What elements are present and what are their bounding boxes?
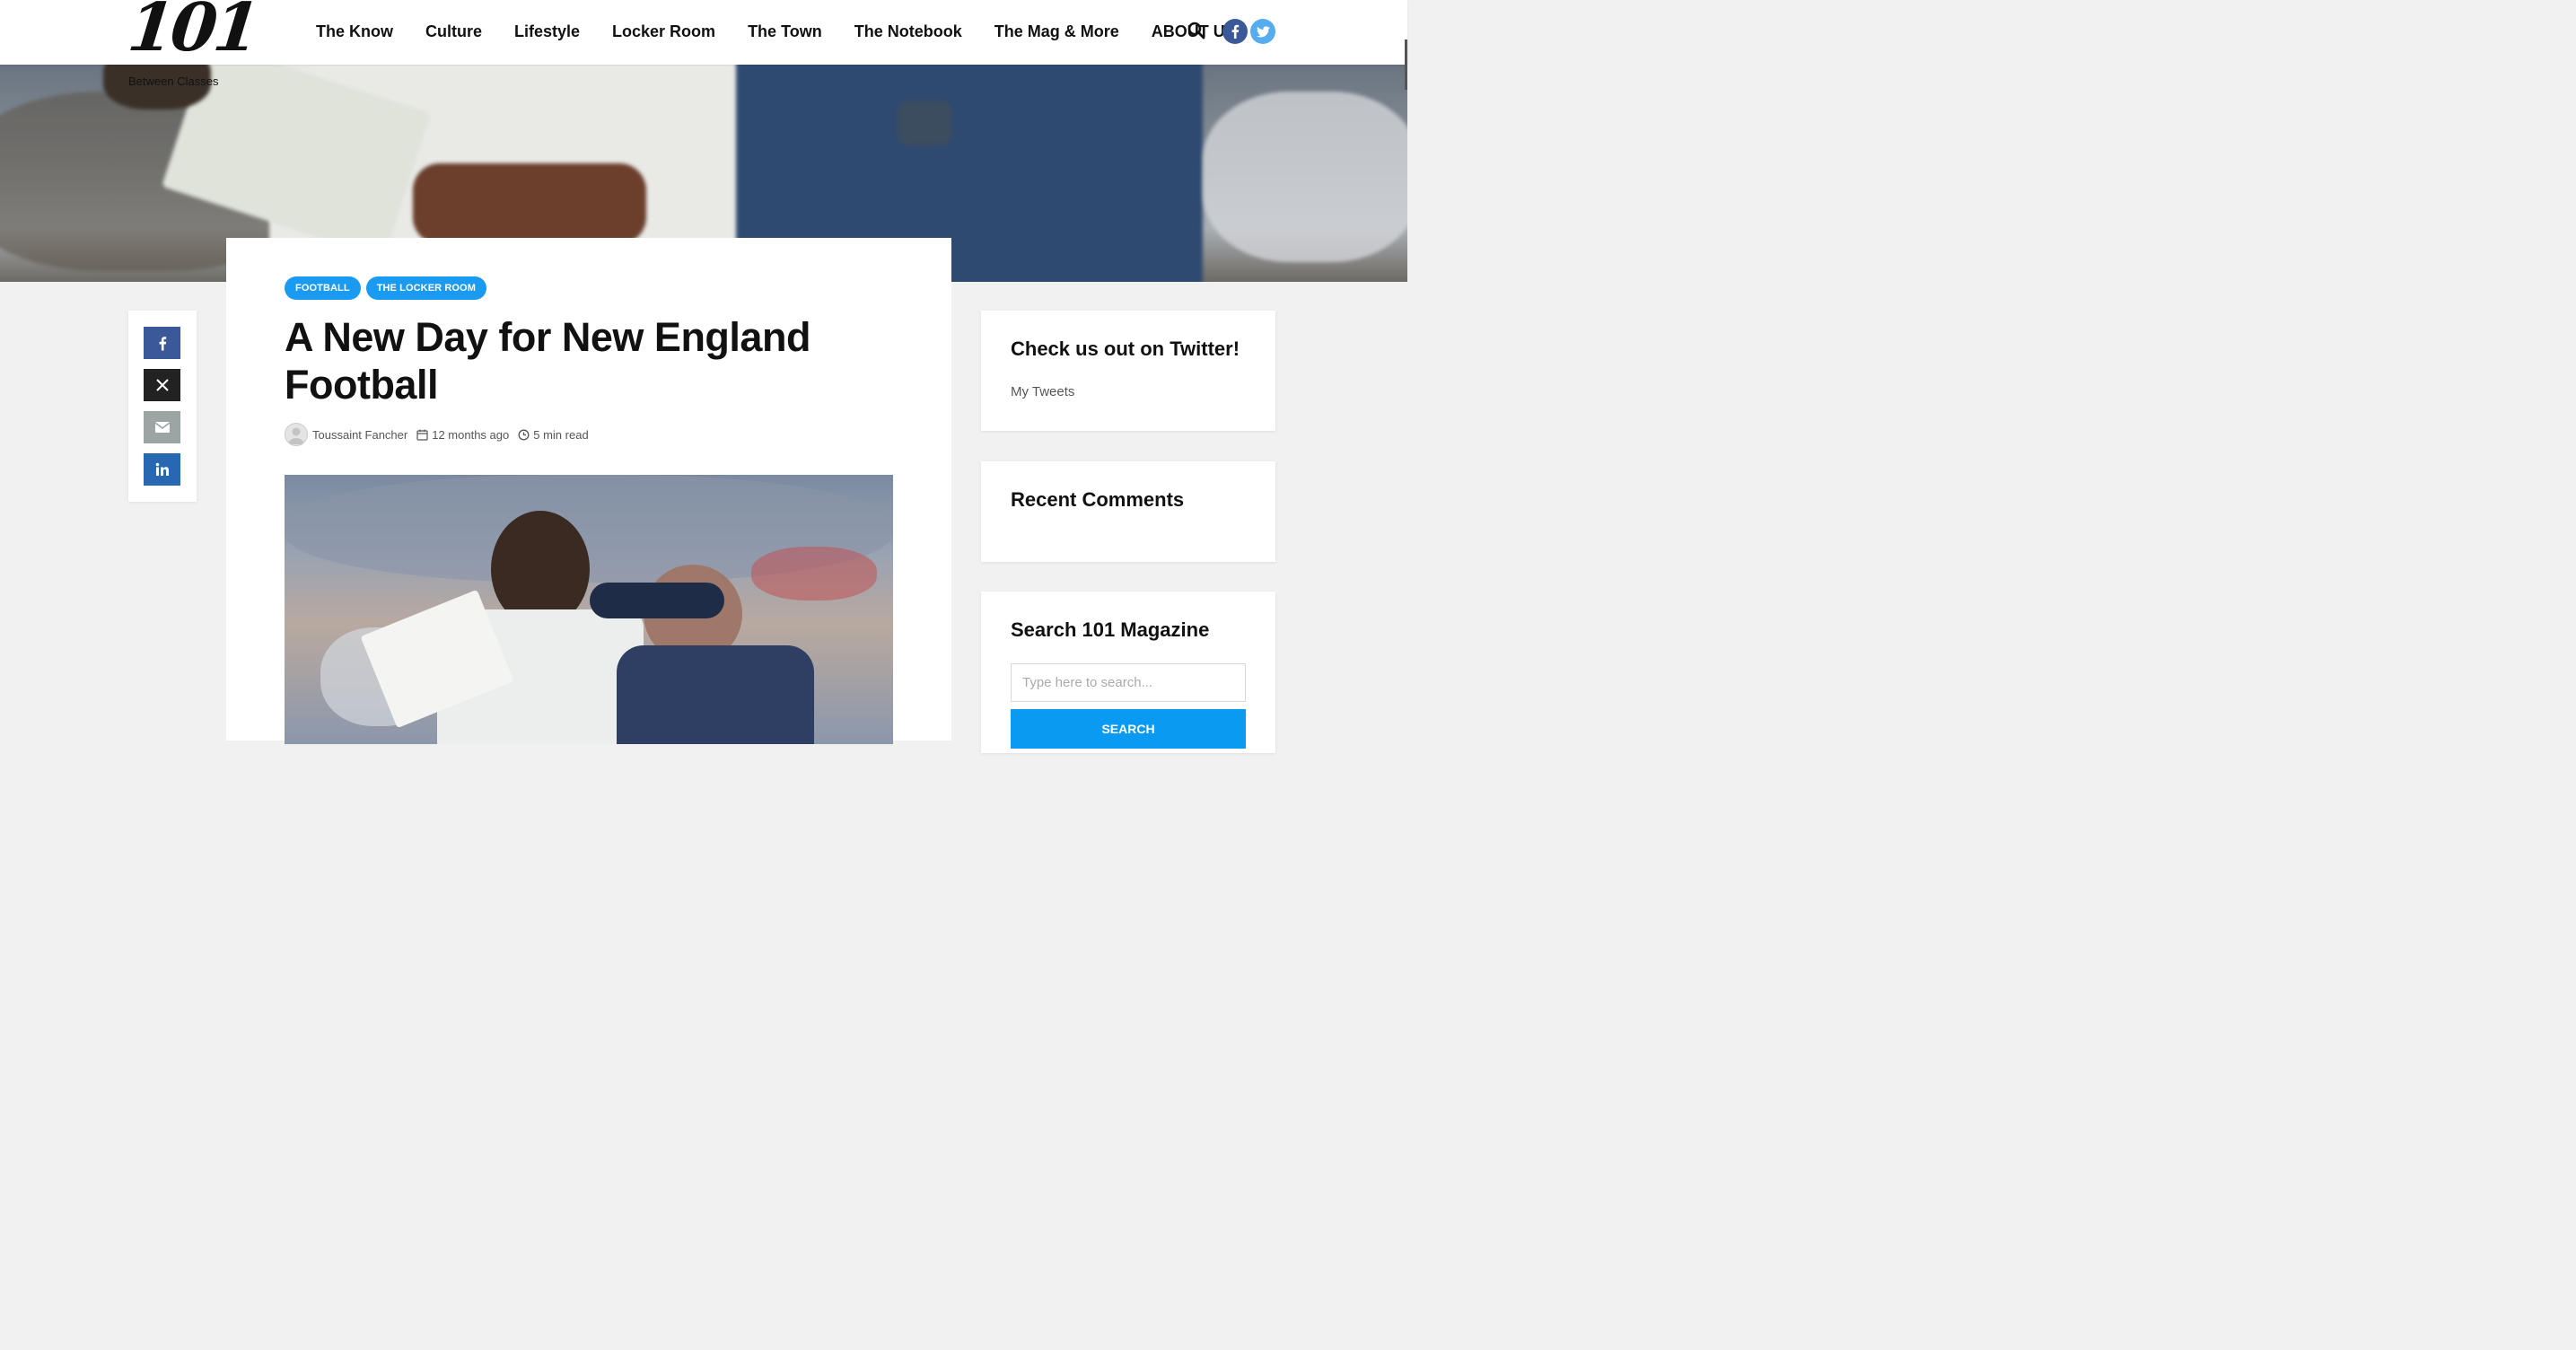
share-email-button[interactable] (144, 411, 180, 443)
main-nav: The Know Culture Lifestyle Locker Room T… (316, 22, 1268, 41)
widget-title-twitter: Check us out on Twitter! (1011, 338, 1240, 360)
widget-title-comments: Recent Comments (1011, 488, 1185, 511)
search-icon[interactable] (1187, 22, 1207, 41)
author-name[interactable]: Toussaint Fancher (312, 428, 407, 442)
nav-item-the-town[interactable]: The Town (748, 22, 822, 41)
post-date: 12 months ago (416, 428, 509, 442)
my-tweets-link[interactable]: My Tweets (1011, 384, 1074, 399)
nav-item-the-mag-more[interactable]: The Mag & More (994, 22, 1119, 41)
recent-comments-widget: Recent Comments (981, 461, 1275, 562)
clock-icon (518, 429, 530, 440)
article-meta: Toussaint Fancher 12 months ago 5 min re… (285, 423, 598, 446)
category-list: FOOTBALL THE LOCKER ROOM (285, 276, 486, 300)
author-avatar[interactable] (285, 423, 308, 446)
share-facebook-button[interactable] (144, 327, 180, 359)
facebook-icon (159, 336, 166, 350)
scrollbar-thumb[interactable] (1405, 39, 1407, 90)
nav-item-locker-room[interactable]: Locker Room (612, 22, 715, 41)
share-linkedin-button[interactable] (144, 453, 180, 486)
article-title: A New Day for New England Football (285, 314, 810, 408)
site-tagline: Between Classes (128, 75, 219, 88)
category-the-locker-room[interactable]: THE LOCKER ROOM (365, 276, 486, 300)
read-time-text: 5 min read (533, 427, 589, 442)
twitter-icon[interactable] (1250, 19, 1275, 44)
search-button[interactable]: SEARCH (1011, 709, 1246, 749)
share-bar (128, 311, 197, 502)
nav-item-the-know[interactable]: The Know (316, 22, 393, 41)
facebook-icon[interactable] (1222, 19, 1248, 44)
share-x-button[interactable] (144, 369, 180, 401)
search-input[interactable] (1011, 663, 1246, 702)
nav-item-culture[interactable]: Culture (425, 22, 482, 41)
article-card: FOOTBALL THE LOCKER ROOM A New Day for N… (226, 238, 951, 744)
x-icon (155, 379, 169, 391)
linkedin-icon (155, 462, 169, 476)
search-widget: Search 101 Magazine SEARCH (981, 592, 1275, 753)
calendar-icon (416, 429, 428, 441)
widget-title-search: Search 101 Magazine (1011, 618, 1210, 641)
nav-item-the-notebook[interactable]: The Notebook (854, 22, 962, 41)
category-football[interactable]: FOOTBALL (285, 276, 361, 300)
email-icon (154, 422, 170, 433)
featured-image (285, 475, 893, 744)
post-date-text: 12 months ago (432, 427, 510, 442)
twitter-widget: Check us out on Twitter! My Tweets (981, 311, 1275, 431)
nav-item-lifestyle[interactable]: Lifestyle (514, 22, 580, 41)
site-logo[interactable]: 101 (124, 0, 260, 66)
read-time: 5 min read (518, 427, 589, 442)
